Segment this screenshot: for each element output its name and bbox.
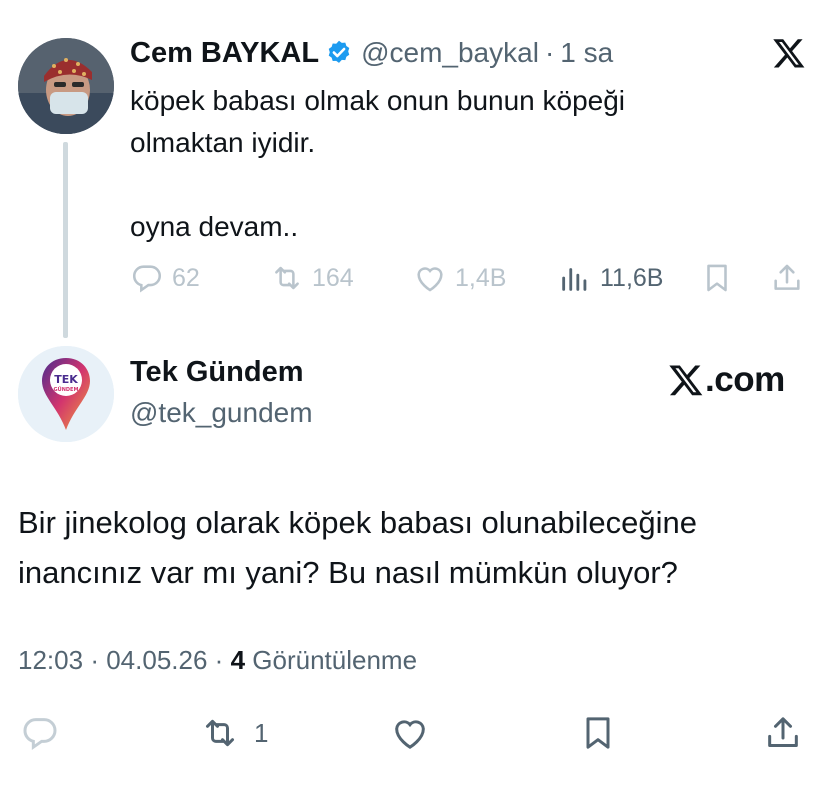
- author-handle[interactable]: @cem_baykal: [361, 37, 539, 69]
- parent-tweet-actions: 62 164 1,4B 11,6B: [130, 258, 810, 298]
- cem-baykal-avatar[interactable]: [18, 38, 114, 134]
- views-button[interactable]: 11,6B: [558, 258, 663, 298]
- avatar-photo: [18, 38, 114, 134]
- reply-count: 62: [172, 263, 200, 292]
- tweet-meta: 12:03 · 04.05.26 · 4 Görüntülenme: [18, 645, 417, 676]
- repost-count: 164: [312, 263, 354, 292]
- tweet-text-line: oyna devam..: [130, 211, 299, 242]
- tweet-date[interactable]: 04.05.26: [106, 645, 207, 675]
- author-name[interactable]: Cem BAYKAL: [130, 37, 319, 70]
- like-count: 1,4B: [455, 263, 507, 292]
- tweet-text-line: [130, 164, 790, 206]
- reply-button[interactable]: 62: [130, 258, 200, 298]
- parent-tweet-header: Cem BAYKAL @cem_baykal · 1 sa: [130, 36, 613, 70]
- view-count: 11,6B: [600, 263, 664, 292]
- verified-badge-icon: [328, 40, 350, 63]
- tweet-text-line: köpek babası olmak onun bunun köpeği: [130, 85, 626, 116]
- like-button[interactable]: 1,4B: [413, 258, 506, 298]
- repost-count: 1: [254, 717, 269, 748]
- tek-gundem-logo: TEK GÜNDEM: [18, 346, 114, 442]
- tweet-text-line: olmaktan iyidir.: [130, 127, 316, 158]
- x-logo-icon[interactable]: [772, 36, 806, 70]
- share-button[interactable]: [770, 258, 804, 298]
- thread-connector-line: [63, 142, 68, 338]
- separator-dot: ·: [90, 645, 99, 675]
- view-count: 4: [230, 645, 246, 675]
- separator-dot: ·: [544, 37, 555, 68]
- x-logo-icon: [669, 365, 703, 396]
- bookmark-icon: [586, 717, 610, 749]
- share-icon: [774, 264, 800, 290]
- view-label: Görüntülenme: [252, 645, 418, 675]
- x-com-brand: .com: [668, 360, 785, 400]
- brand-suffix: .com: [705, 360, 785, 399]
- analytics-icon: [562, 268, 587, 291]
- repost-button[interactable]: 1: [200, 710, 268, 756]
- repost-icon: [206, 719, 234, 747]
- parent-tweet-text: köpek babası olmak onun bunun köpeği olm…: [130, 80, 790, 248]
- bookmark-button[interactable]: [700, 258, 734, 298]
- share-icon: [768, 717, 798, 747]
- author-handle[interactable]: @tek_gundem: [130, 397, 313, 429]
- bookmark-button[interactable]: [578, 710, 618, 756]
- repost-icon: [275, 266, 299, 290]
- heart-icon: [395, 720, 425, 749]
- bookmark-icon: [707, 264, 727, 292]
- reply-icon: [132, 265, 162, 293]
- share-button[interactable]: [763, 710, 803, 756]
- tek-gundem-avatar[interactable]: TEK GÜNDEM: [18, 346, 114, 442]
- avatar-subtext: GÜNDEM: [54, 386, 79, 393]
- tweet-time[interactable]: 12:03: [18, 645, 83, 675]
- separator-dot: ·: [214, 645, 224, 675]
- reply-icon: [23, 718, 57, 751]
- tweet-screenshot: Cem BAYKAL @cem_baykal · 1 sa köpek baba…: [0, 0, 828, 790]
- tweet-time[interactable]: 1 sa: [560, 37, 613, 69]
- heart-icon: [417, 267, 443, 292]
- author-name[interactable]: Tek Gündem: [130, 356, 304, 389]
- reply-button[interactable]: [20, 710, 60, 756]
- avatar-text: TEK: [54, 373, 78, 386]
- like-button[interactable]: [390, 710, 430, 756]
- repost-button[interactable]: 164: [270, 258, 354, 298]
- main-tweet-actions: 1: [0, 710, 828, 756]
- main-tweet-text: Bir jinekolog olarak köpek babası olunab…: [18, 505, 698, 590]
